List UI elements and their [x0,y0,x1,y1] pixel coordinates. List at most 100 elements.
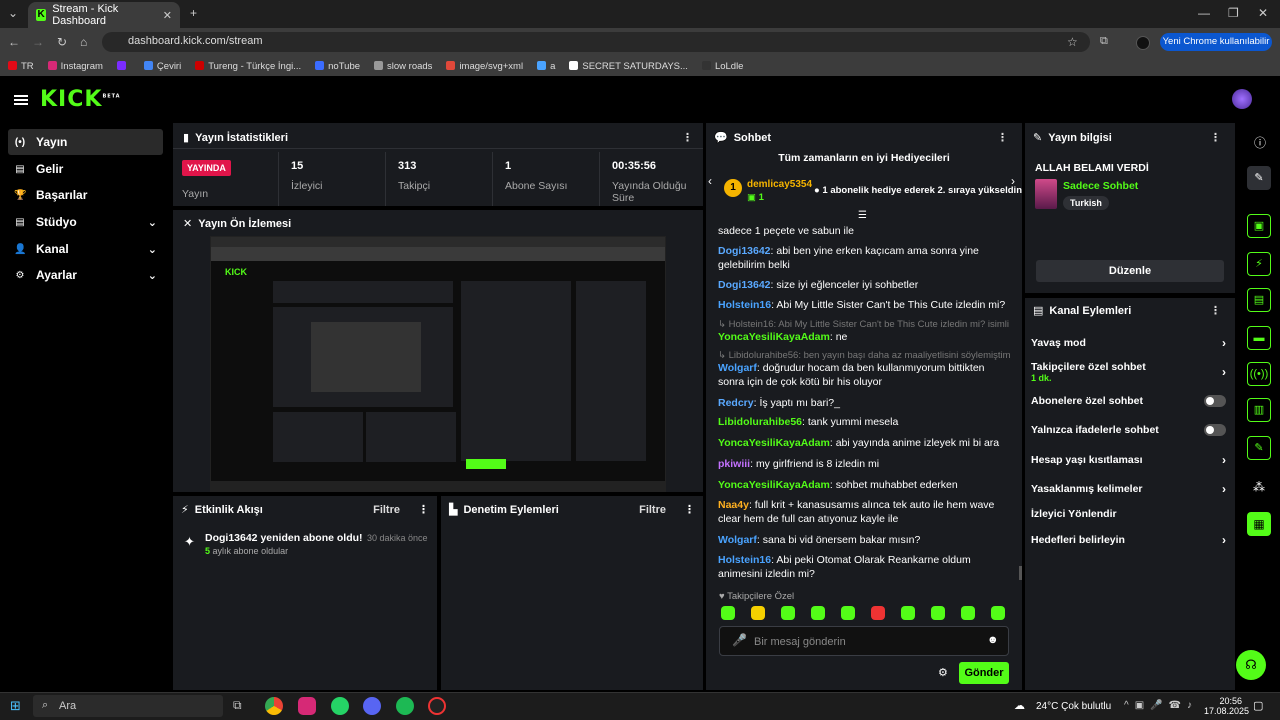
extensions-icon[interactable]: ⧉ [1100,35,1108,48]
emote-icon[interactable] [871,606,885,620]
chat-message[interactable]: Dogi13642: abi ben yine erken kaçıcam am… [718,244,1010,272]
chevron-down-icon[interactable]: ⌄ [148,243,157,256]
chat-username[interactable]: Holstein16 [718,299,771,311]
bookmark-item[interactable] [116,60,130,72]
channel-action-row[interactable]: Abonelere özel sohbet [1031,395,1226,407]
expand-icon[interactable]: ☰ [858,210,867,221]
chat-username[interactable]: Wolgarf [718,534,757,546]
moderation-menu-icon[interactable]: ⋮ [684,503,695,516]
tray-icons[interactable]: ^▣🎤☎♪ [1124,700,1198,711]
top-gifter-name[interactable]: demlicay5354 [747,179,812,190]
rail-button-icon[interactable]: ⚡ [1247,252,1271,276]
emote-icon[interactable] [781,606,795,620]
rail-button-icon[interactable]: ((•)) [1247,362,1271,386]
help-headset-icon[interactable]: ☊ [1236,650,1266,680]
chat-username[interactable]: YoncaYesiliKayaAdam [718,331,830,343]
browser-tab[interactable]: K Stream - Kick Dashboard ✕ [28,2,180,28]
nav-item-5[interactable]: ⚙ Ayarlar ⌄ [8,262,163,288]
rail-button-icon[interactable]: ▥ [1247,398,1271,422]
chat-scrollbar[interactable] [1019,566,1022,580]
send-button[interactable]: Gönder [959,662,1009,684]
rail-button-icon[interactable]: ▤ [1247,288,1271,312]
chat-message[interactable]: YoncaYesiliKayaAdam: ne [718,330,1010,344]
discord-taskbar-icon[interactable] [363,697,381,715]
chat-username[interactable]: pkiwiii [718,458,750,470]
whatsapp-taskbar-icon[interactable] [331,697,349,715]
chat-message[interactable]: YoncaYesiliKayaAdam: sohbet muhabbet ede… [718,478,1010,492]
url-input[interactable]: dashboard.kick.com/stream [102,32,1090,52]
nav-item-1[interactable]: ▤ Gelir [8,156,163,182]
close-window-icon[interactable]: ✕ [1258,6,1268,20]
stats-menu-icon[interactable]: ⋮ [682,131,693,144]
channel-action-row[interactable]: Hesap yaşı kısıtlaması › [1031,453,1226,467]
bookmark-star-icon[interactable]: ☆ [1067,35,1078,49]
clapper-icon[interactable]: ▦ [1247,512,1271,536]
chat-username[interactable]: Libidolurahibe56 [718,416,802,428]
bookmark-item[interactable]: image/svg+xml [446,60,523,72]
nav-item-2[interactable]: 🏆 Başarılar [8,182,163,208]
channel-action-row[interactable]: Takipçilere özel sohbet 1 dk. › [1031,361,1226,383]
chat-username[interactable]: Naa4y [718,499,749,511]
bookmark-item[interactable]: Instagram [47,60,103,72]
chat-message[interactable]: YoncaYesiliKayaAdam: abi yayında anime i… [718,436,1010,450]
back-icon[interactable]: ← [8,35,20,49]
kick-logo[interactable]: KICKBETA [40,87,121,112]
emote-icon[interactable] [721,606,735,620]
stream-preview-video[interactable]: KICK [210,236,666,492]
chrome-taskbar-icon[interactable] [265,697,283,715]
chat-username[interactable]: Dogi13642 [718,279,771,291]
edit-button[interactable]: Düzenle [1036,260,1224,282]
emote-icon[interactable] [751,606,765,620]
chat-message-input[interactable]: Bir mesaj gönderin [719,626,1009,656]
mic-icon[interactable]: 🎤 [732,633,747,647]
chat-message[interactable]: Holstein16: Abi My Little Sister Can't b… [718,298,1010,312]
chrome-update-button[interactable]: Yeni Chrome kullanılabilir [1160,33,1272,51]
emote-icon[interactable] [901,606,915,620]
apps-icon[interactable]: ⁂ [1253,480,1265,494]
gifters-prev-icon[interactable]: ‹ [708,174,712,188]
home-icon[interactable]: ⌂ [80,35,87,49]
nav-item-0[interactable]: (•) Yayın [8,129,163,155]
channel-action-row[interactable]: İzleyici Yönlendir [1031,508,1226,520]
profile-avatar[interactable] [1136,36,1150,50]
info-menu-icon[interactable]: ⋮ [1210,131,1221,144]
chat-message[interactable]: Dogi13642: size iyi eğlenceler iyi sohbe… [718,278,1010,292]
emoji-icon[interactable]: ☻ [987,634,999,646]
rail-button-icon[interactable]: ▣ [1247,214,1271,238]
chat-username[interactable]: Holstein16 [718,554,771,566]
new-tab-icon[interactable]: + [190,6,197,20]
activity-filter-button[interactable]: Filtre [373,504,400,516]
chat-settings-icon[interactable]: ⚙ [938,666,948,679]
bookmark-item[interactable]: LoLdle [701,60,743,72]
chat-message[interactable]: Libidolurahibe56: tank yummi mesela [718,415,1010,429]
chat-username[interactable]: Dogi13642 [718,245,771,257]
toggle-switch[interactable] [1204,424,1226,436]
info-icon[interactable]: ⓘ [1254,134,1266,151]
task-view-icon[interactable]: ⧉ [233,698,242,713]
bookmark-item[interactable]: TR [8,60,34,72]
chat-message[interactable]: pkiwiii: my girlfriend is 8 izledin mi [718,457,1010,471]
emote-icon[interactable] [991,606,1005,620]
bookmark-item[interactable]: noTube [315,60,360,72]
taskbar-search[interactable]: Ara [33,695,223,717]
chat-username[interactable]: YoncaYesiliKayaAdam [718,479,830,491]
chat-message[interactable]: Wolgarf: doğrudur hocam da ben kullanmıy… [718,361,1010,389]
user-avatar[interactable] [1232,89,1252,109]
tab-search-icon[interactable]: ⌄ [8,6,18,20]
close-tab-icon[interactable]: ✕ [163,9,172,22]
channel-action-row[interactable]: Yavaş mod › [1031,336,1226,350]
maximize-icon[interactable]: ❐ [1228,6,1239,20]
spotify-taskbar-icon[interactable] [396,697,414,715]
rail-button-icon[interactable]: ✎ [1247,436,1271,460]
forward-icon[interactable]: → [32,35,44,49]
bookmark-item[interactable]: Tureng - Türkçe İngi... [195,60,301,72]
bookmark-item[interactable]: Çeviri [143,60,181,72]
chat-message[interactable]: Redcry: İş yaptı mı bari?_ [718,396,1010,410]
chat-username[interactable]: YoncaYesiliKayaAdam [718,437,830,449]
chevron-down-icon[interactable]: ⌄ [148,216,157,229]
activity-menu-icon[interactable]: ⋮ [418,503,429,516]
chat-message[interactable]: sadece 1 peçete ve sabun ile [718,224,1010,238]
nav-item-4[interactable]: 👤 Kanal ⌄ [8,236,163,262]
chat-message[interactable]: Wolgarf: sana bi vid önersem bakar mısın… [718,533,1010,547]
weather-text[interactable]: 24°C Çok bulutlu [1036,701,1111,712]
